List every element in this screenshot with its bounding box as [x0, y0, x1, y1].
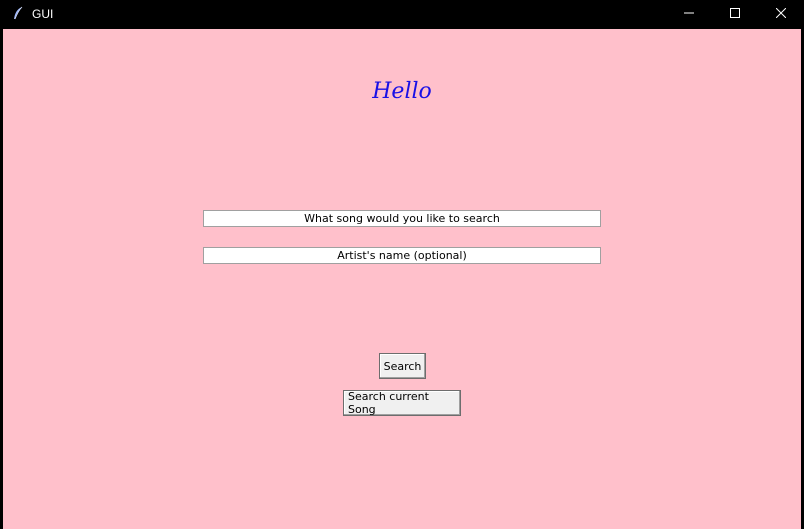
search-current-song-button[interactable]: Search current Song: [343, 390, 461, 416]
app-window: GUI Hello Search Search current Song: [0, 0, 804, 529]
window-title: GUI: [32, 7, 54, 21]
close-icon: [775, 7, 787, 21]
search-button[interactable]: Search: [379, 353, 426, 379]
close-button[interactable]: [758, 0, 804, 28]
main-panel: Hello Search Search current Song: [3, 29, 801, 529]
feather-icon: [12, 6, 24, 20]
minimize-button[interactable]: [666, 0, 712, 28]
greeting-label: Hello: [372, 79, 432, 104]
song-search-input[interactable]: [203, 210, 601, 227]
title-bar[interactable]: GUI: [0, 0, 804, 28]
artist-name-input[interactable]: [203, 247, 601, 264]
minimize-icon: [684, 7, 694, 21]
maximize-icon: [730, 7, 740, 21]
maximize-button[interactable]: [712, 0, 758, 28]
